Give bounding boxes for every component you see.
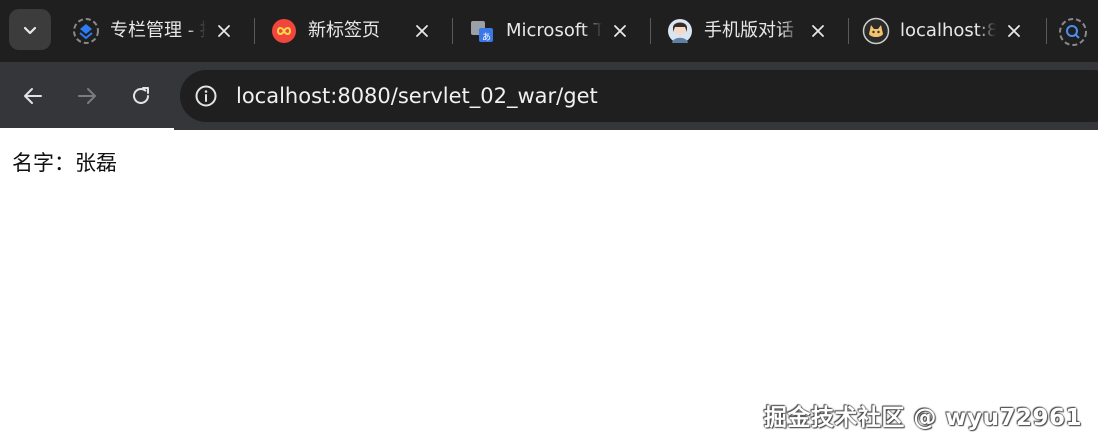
search-tab-icon[interactable] bbox=[1058, 17, 1088, 47]
tab-title: Microsoft Translator bbox=[506, 20, 602, 41]
watermark: 掘金技术社区 @ wyu72961 bbox=[763, 405, 1082, 431]
url-text[interactable]: localhost:8080/servlet_02_war/get bbox=[236, 82, 598, 110]
tab-mobile-chat[interactable]: 手机版对话 bbox=[650, 8, 846, 54]
reload-button[interactable] bbox=[123, 78, 159, 114]
tab-title: 专栏管理 - 掘金 bbox=[110, 20, 206, 41]
close-icon[interactable] bbox=[214, 21, 234, 41]
tab-title: localhost:8080 bbox=[900, 20, 996, 41]
close-icon[interactable] bbox=[412, 21, 432, 41]
juejin-icon bbox=[72, 17, 100, 45]
toolbar: localhost:8080/servlet_02_war/get bbox=[0, 62, 1098, 130]
back-button[interactable] bbox=[15, 78, 51, 114]
tab-localhost[interactable]: localhost:8080 bbox=[846, 8, 1042, 54]
tab-search-button[interactable] bbox=[9, 9, 51, 50]
tab-new-tab[interactable]: 新标签页 bbox=[254, 8, 450, 54]
tomcat-icon bbox=[862, 17, 890, 45]
arrow-left-icon bbox=[24, 88, 42, 104]
translator-icon: あ bbox=[468, 17, 496, 45]
avatar-icon bbox=[666, 17, 694, 45]
loading-progress-bar bbox=[0, 128, 174, 130]
site-info-icon[interactable] bbox=[192, 82, 220, 110]
page-content-text: 名字：张磊 bbox=[12, 151, 117, 175]
tab-strip: 专栏管理 - 掘金 新标签页 あ Microsoft Translator 手机… bbox=[0, 0, 1098, 62]
tab-translator[interactable]: あ Microsoft Translator bbox=[452, 8, 648, 54]
chevron-down-icon bbox=[23, 26, 37, 34]
close-icon[interactable] bbox=[610, 21, 630, 41]
svg-text:あ: あ bbox=[482, 32, 491, 43]
tab-title: 手机版对话 bbox=[704, 20, 794, 41]
close-icon[interactable] bbox=[1004, 21, 1024, 41]
tab-separator bbox=[1046, 18, 1047, 44]
tab-juejin[interactable]: 专栏管理 - 掘金 bbox=[56, 8, 252, 54]
close-icon[interactable] bbox=[808, 21, 828, 41]
new-tab-icon bbox=[270, 17, 298, 45]
reload-icon bbox=[133, 87, 149, 104]
forward-button[interactable] bbox=[69, 78, 105, 114]
address-bar[interactable]: localhost:8080/servlet_02_war/get bbox=[180, 70, 1098, 122]
arrow-right-icon bbox=[78, 88, 96, 104]
tab-title: 新标签页 bbox=[308, 20, 380, 41]
